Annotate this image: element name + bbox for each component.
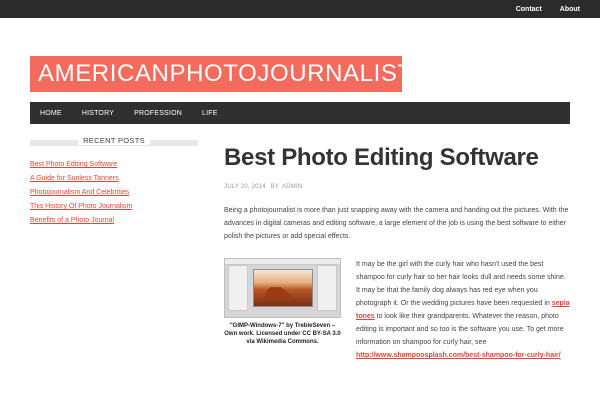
layers-panel — [317, 265, 337, 311]
post-date[interactable]: JULY 20, 2014 — [224, 184, 266, 190]
sidebar: RECENT POSTS Best Photo Editing Software… — [30, 136, 198, 228]
top-links: Contact About — [516, 0, 580, 18]
figure-caption: "GIMP-Windows-7" by TrebleSeven – Own wo… — [224, 323, 341, 345]
post-intro: Being a photojournalist is more than jus… — [224, 207, 569, 240]
recent-post-link[interactable]: Best Photo Editing Software — [30, 161, 117, 168]
shampoo-link[interactable]: http://www.shampoosplash.com/best-shampo… — [356, 352, 561, 359]
list-item: This History Of Photo Journalism — [30, 200, 198, 214]
recent-post-link[interactable]: Benefits of a Photo Journal — [30, 217, 114, 224]
recent-posts-heading: RECENT POSTS — [30, 136, 198, 150]
nav-item-home[interactable]: HOME — [30, 110, 72, 117]
nav-item-life[interactable]: LIFE — [192, 110, 228, 117]
post-body: It may be the girl with the curly hair w… — [356, 258, 570, 362]
site-logo[interactable]: AMERICANPHOTOJOURNALIST — [30, 56, 402, 92]
list-item: A Guide for Sunless Tanners — [30, 172, 198, 186]
nav-item-history[interactable]: HISTORY — [72, 110, 124, 117]
body-text-2: to look like their grandparents. Whateve… — [356, 313, 564, 346]
main-nav: HOME HISTORY PROFESSION LIFE — [30, 102, 570, 124]
post-author[interactable]: ADMIN — [282, 184, 302, 190]
nav-item-profession[interactable]: PROFESSION — [124, 110, 192, 117]
top-bar: Contact About — [0, 0, 600, 18]
recent-posts-list: Best Photo Editing Software A Guide for … — [30, 158, 198, 228]
gimp-screenshot-image[interactable] — [224, 258, 341, 318]
recent-posts-title: RECENT POSTS — [78, 136, 150, 145]
post-meta: JULY 20, 2014 BY ADMIN — [224, 184, 570, 190]
post: Best Photo Editing Software JULY 20, 201… — [224, 140, 570, 359]
mesa-shape — [264, 287, 294, 298]
toolbox-panel — [228, 265, 248, 311]
about-link[interactable]: About — [560, 6, 580, 13]
list-item: Photojournalism And Celebrities — [30, 186, 198, 200]
recent-post-link[interactable]: A Guide for Sunless Tanners — [30, 175, 119, 182]
list-item: Best Photo Editing Software — [30, 158, 198, 172]
contact-link[interactable]: Contact — [516, 6, 542, 13]
body-text-1: It may be the girl with the curly hair w… — [356, 261, 566, 307]
post-title[interactable]: Best Photo Editing Software — [224, 140, 570, 176]
canyon-photo — [253, 269, 313, 307]
byline-by: BY — [270, 184, 280, 190]
recent-post-link[interactable]: This History Of Photo Journalism — [30, 203, 132, 210]
list-item: Benefits of a Photo Journal — [30, 214, 198, 228]
recent-post-link[interactable]: Photojournalism And Celebrities — [30, 189, 129, 196]
post-figure: "GIMP-Windows-7" by TrebleSeven – Own wo… — [224, 258, 341, 346]
